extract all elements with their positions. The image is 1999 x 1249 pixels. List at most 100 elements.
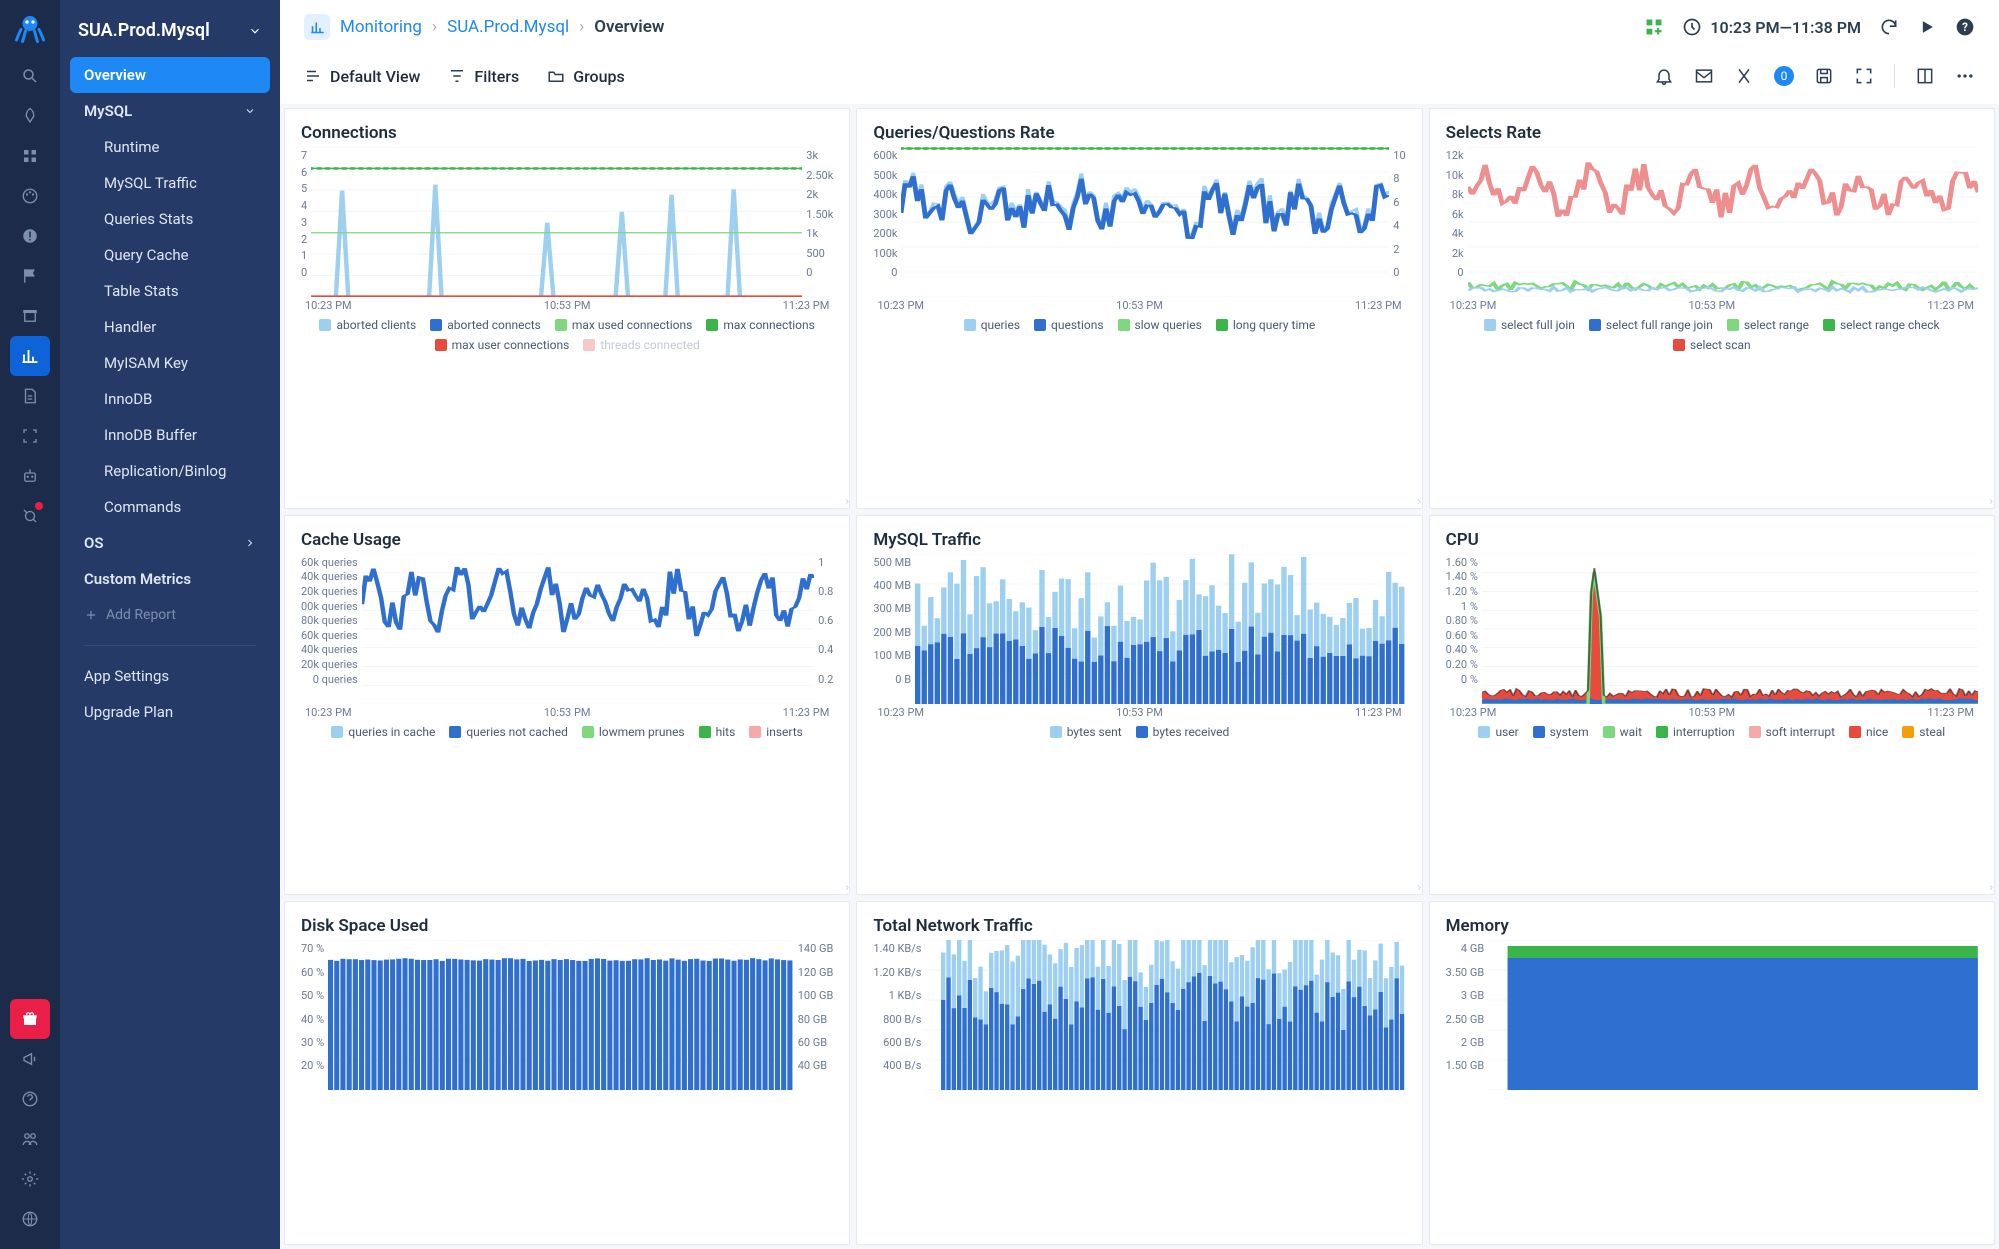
save-icon[interactable] (1814, 66, 1834, 86)
sidebar-item-mysql-myisam-key[interactable]: MyISAM Key (90, 345, 270, 381)
resize-handle[interactable]: ⌟ (1412, 495, 1423, 506)
legend-item[interactable]: max connections (706, 318, 815, 332)
legend-item[interactable]: max used connections (555, 318, 692, 332)
chart-card-cpu[interactable]: CPU1.60 %1.40 %1.20 %1 %0.80 %0.60 %0.40… (1429, 515, 1995, 896)
flag-icon[interactable] (10, 256, 50, 296)
expand-icon[interactable] (1854, 66, 1874, 86)
legend-item[interactable]: threads connected (583, 338, 699, 352)
legend-item[interactable]: queries (964, 318, 1020, 332)
chart-card-memory[interactable]: Memory4 GB3.50 GB3 GB2.50 GB2 GB1.50 GB (1429, 901, 1995, 1245)
breadcrumb-monitoring[interactable]: Monitoring (340, 17, 422, 37)
search-icon[interactable] (10, 56, 50, 96)
filters-button[interactable]: Filters (448, 67, 519, 86)
team-icon[interactable] (10, 1119, 50, 1159)
legend-item[interactable]: long query time (1216, 318, 1315, 332)
legend-item[interactable]: inserts (749, 725, 803, 739)
app-selector[interactable]: SUA.Prod.Mysql (60, 10, 280, 55)
sidebar-item-custom-metrics[interactable]: Custom Metrics (70, 561, 270, 597)
legend-item[interactable]: slow queries (1118, 318, 1202, 332)
time-range-picker[interactable]: 10:23 PM—11:38 PM (1682, 17, 1861, 37)
legend-item[interactable]: select range (1727, 318, 1809, 332)
robot-icon[interactable] (10, 456, 50, 496)
sidebar-item-upgrade-plan[interactable]: Upgrade Plan (70, 694, 270, 730)
apps-icon[interactable] (10, 136, 50, 176)
integrations-icon[interactable] (1644, 17, 1664, 37)
candy-icon[interactable] (10, 496, 50, 536)
legend-item[interactable]: steal (1902, 725, 1945, 739)
sidebar-item-mysql-replication-binlog[interactable]: Replication/Binlog (90, 453, 270, 489)
megaphone-icon[interactable] (10, 1039, 50, 1079)
resize-handle[interactable]: ⌟ (839, 881, 850, 892)
legend-item[interactable]: select full range join (1589, 318, 1713, 332)
default-view-button[interactable]: Default View (304, 67, 420, 86)
more-icon[interactable] (1955, 66, 1975, 86)
help-icon[interactable]: ? (1955, 17, 1975, 37)
help-icon[interactable] (10, 1079, 50, 1119)
sidebar-item-mysql[interactable]: MySQL (70, 93, 270, 129)
legend-item[interactable]: select range check (1823, 318, 1940, 332)
add-report-button[interactable]: Add Report (70, 597, 270, 633)
globe-icon[interactable] (10, 1199, 50, 1239)
resize-handle[interactable]: ⌟ (1412, 881, 1423, 892)
chart-card-total-network-traffic[interactable]: Total Network Traffic1.40 KB/s1.20 KB/s1… (856, 901, 1422, 1245)
legend-item[interactable]: bytes sent (1050, 725, 1122, 739)
legend-item[interactable]: aborted connects (430, 318, 541, 332)
sidebar-item-mysql-commands[interactable]: Commands (90, 489, 270, 525)
sidebar-item-mysql-query-cache[interactable]: Query Cache (90, 237, 270, 273)
sidebar-item-mysql-table-stats[interactable]: Table Stats (90, 273, 270, 309)
y-axis-right: 10.80.60.40.2 (814, 554, 833, 704)
legend-item[interactable]: select full join (1484, 318, 1575, 332)
resize-handle[interactable]: ⌟ (1984, 495, 1995, 506)
legend-item[interactable]: nice (1849, 725, 1888, 739)
legend-item[interactable]: bytes received (1136, 725, 1230, 739)
play-icon[interactable] (1917, 17, 1937, 37)
resize-handle[interactable]: ⌟ (839, 495, 850, 506)
alert-count-badge[interactable]: 0 (1774, 66, 1794, 86)
sidebar-item-mysql-innodb-buffer[interactable]: InnoDB Buffer (90, 417, 270, 453)
sidebar-item-mysql-runtime[interactable]: Runtime (90, 129, 270, 165)
settings-icon[interactable] (10, 1159, 50, 1199)
legend-item[interactable]: soft interrupt (1749, 725, 1835, 739)
rocket-icon[interactable] (10, 96, 50, 136)
chart-card-disk-space-used[interactable]: Disk Space Used70 %60 %50 %40 %30 %20 %1… (284, 901, 850, 1245)
correlate-icon[interactable] (1734, 66, 1754, 86)
bell-icon[interactable] (1654, 66, 1674, 86)
legend-item[interactable]: queries in cache (331, 725, 435, 739)
refresh-icon[interactable] (1879, 17, 1899, 37)
sidebar-item-mysql-mysql-traffic[interactable]: MySQL Traffic (90, 165, 270, 201)
palette-icon[interactable] (10, 176, 50, 216)
resize-handle[interactable]: ⌟ (1984, 881, 1995, 892)
chart-card-connections[interactable]: Connections765432103k2.50k2k1.50k1k50001… (284, 108, 850, 509)
chart-card-cache-usage[interactable]: Cache Usage60k queries40k queries20k que… (284, 515, 850, 896)
legend-item[interactable]: questions (1034, 318, 1104, 332)
legend-item[interactable]: select scan (1673, 338, 1751, 352)
scan-icon[interactable] (10, 416, 50, 456)
alert-icon[interactable] (10, 216, 50, 256)
legend-item[interactable]: max user connections (435, 338, 570, 352)
sidebar-item-os[interactable]: OS (70, 525, 270, 561)
legend-item[interactable]: system (1533, 725, 1589, 739)
legend-item[interactable]: lowmem prunes (582, 725, 685, 739)
legend-item[interactable]: hits (699, 725, 736, 739)
sidebar-item-mysql-handler[interactable]: Handler (90, 309, 270, 345)
columns-icon[interactable] (1915, 66, 1935, 86)
legend-item[interactable]: aborted clients (319, 318, 416, 332)
sidebar-item-app-settings[interactable]: App Settings (70, 658, 270, 694)
chart-card-mysql-traffic[interactable]: MySQL Traffic500 MB400 MB300 MB200 MB100… (856, 515, 1422, 896)
legend-item[interactable]: user (1478, 725, 1518, 739)
legend-item[interactable]: queries not cached (449, 725, 568, 739)
chart-card-selects-rate[interactable]: Selects Rate12k10k8k6k4k2k010:23 PM10:53… (1429, 108, 1995, 509)
legend-item[interactable]: wait (1603, 725, 1642, 739)
archive-icon[interactable] (10, 296, 50, 336)
chart-icon[interactable] (10, 336, 50, 376)
gift-icon[interactable] (10, 999, 50, 1039)
sidebar-item-mysql-queries-stats[interactable]: Queries Stats (90, 201, 270, 237)
sidebar-item-overview[interactable]: Overview (70, 57, 270, 93)
file-icon[interactable] (10, 376, 50, 416)
sidebar-item-mysql-innodb[interactable]: InnoDB (90, 381, 270, 417)
breadcrumb-app[interactable]: SUA.Prod.Mysql (447, 17, 569, 37)
groups-button[interactable]: Groups (547, 67, 625, 86)
chart-card-queries-questions-rate[interactable]: Queries/Questions Rate600k500k400k300k20… (856, 108, 1422, 509)
mail-icon[interactable] (1694, 66, 1714, 86)
legend-item[interactable]: interruption (1656, 725, 1735, 739)
